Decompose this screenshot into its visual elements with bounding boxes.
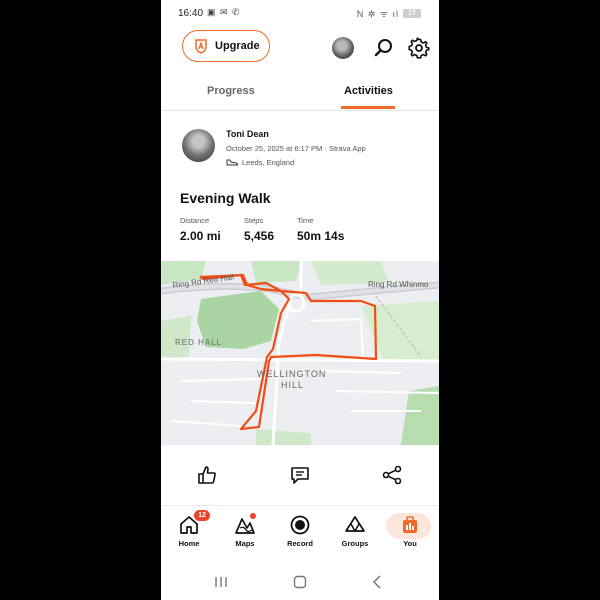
system-nav-bar [161,565,439,600]
athlete-name[interactable]: Toni Dean [226,129,269,139]
activity-actions [161,458,439,494]
nav-record-label: Record [287,539,313,548]
map-canvas: Ring Rd Red Hall Ring Rd Whinmo RED HALL… [161,261,439,445]
map-label-ring-rd-whinmoor: Ring Rd Whinmo [368,280,429,289]
you-icon [399,514,421,536]
profile-avatar[interactable] [332,37,354,59]
gear-icon[interactable] [408,37,430,59]
nav-you-label: You [403,539,417,548]
search-icon[interactable] [373,37,395,59]
system-status-icons: N ✲ ᯤ ıl [356,9,399,19]
tab-bar: Progress Activities [161,80,439,111]
stat-time: Time 50m 14s [297,216,344,243]
route-map[interactable]: Ring Rd Red Hall Ring Rd Whinmo RED HALL… [161,261,439,445]
nav-record[interactable]: Record [277,514,323,554]
status-time: 16:40 [178,8,204,19]
park-area [251,261,301,283]
athlete-avatar[interactable] [182,129,215,162]
activity-title[interactable]: Evening Walk [180,190,271,206]
battery-icon: 17 [403,9,421,18]
active-tab-indicator [341,106,395,109]
activity-location: Leeds, England [226,158,294,167]
record-icon [289,514,311,536]
map-label-wellington: WELLINGTON [257,369,326,379]
nav-groups-label: Groups [341,539,369,548]
nav-you[interactable]: You [387,514,433,554]
nav-maps-label: Maps [235,539,255,548]
recents-icon[interactable] [213,574,229,590]
stat-label: Time [297,216,314,225]
stat-steps: Steps 5,456 [244,216,274,243]
map-label-red-hall: RED HALL [175,338,222,347]
stat-value: 5,456 [244,229,275,243]
shoe-icon [226,159,239,166]
strava-shield-icon [193,38,209,54]
status-bar: 16:40 ▣ ✉ ✆ N ✲ ᯤ ıl 17 [161,0,439,28]
stat-label: Steps [244,216,264,225]
groups-icon [344,514,366,536]
stat-distance: Distance 2.00 mi [180,216,221,243]
map-label-hill: HILL [281,380,304,390]
stat-value: 50m 14s [297,229,345,243]
nav-home-label: Home [178,539,200,548]
stat-value: 2.00 mi [180,229,221,243]
notification-icons: ▣ ✉ ✆ [207,7,241,17]
upgrade-label: Upgrade [215,40,260,52]
system-home-icon[interactable] [292,574,308,590]
nav-groups[interactable]: Groups [332,514,378,554]
phone-screen: 16:40 ▣ ✉ ✆ N ✲ ᯤ ıl 17 Upgrade Progress… [161,0,439,600]
stat-label: Distance [180,216,210,225]
tab-activities[interactable]: Activities [344,85,393,97]
upgrade-button[interactable]: Upgrade [182,30,270,62]
activity-meta: October 25, 2025 at 6:17 PM · Strava App [226,144,366,153]
home-notification-badge: 12 [194,510,210,521]
share-icon[interactable] [381,464,403,486]
maps-notification-dot [250,513,256,519]
nav-maps[interactable]: Maps [222,514,268,554]
location-text: Leeds, England [242,158,295,167]
thumbs-up-icon[interactable] [196,464,218,486]
tab-progress[interactable]: Progress [207,85,255,97]
back-icon[interactable] [370,574,386,590]
side-road [161,357,439,363]
comment-icon[interactable] [289,464,311,486]
